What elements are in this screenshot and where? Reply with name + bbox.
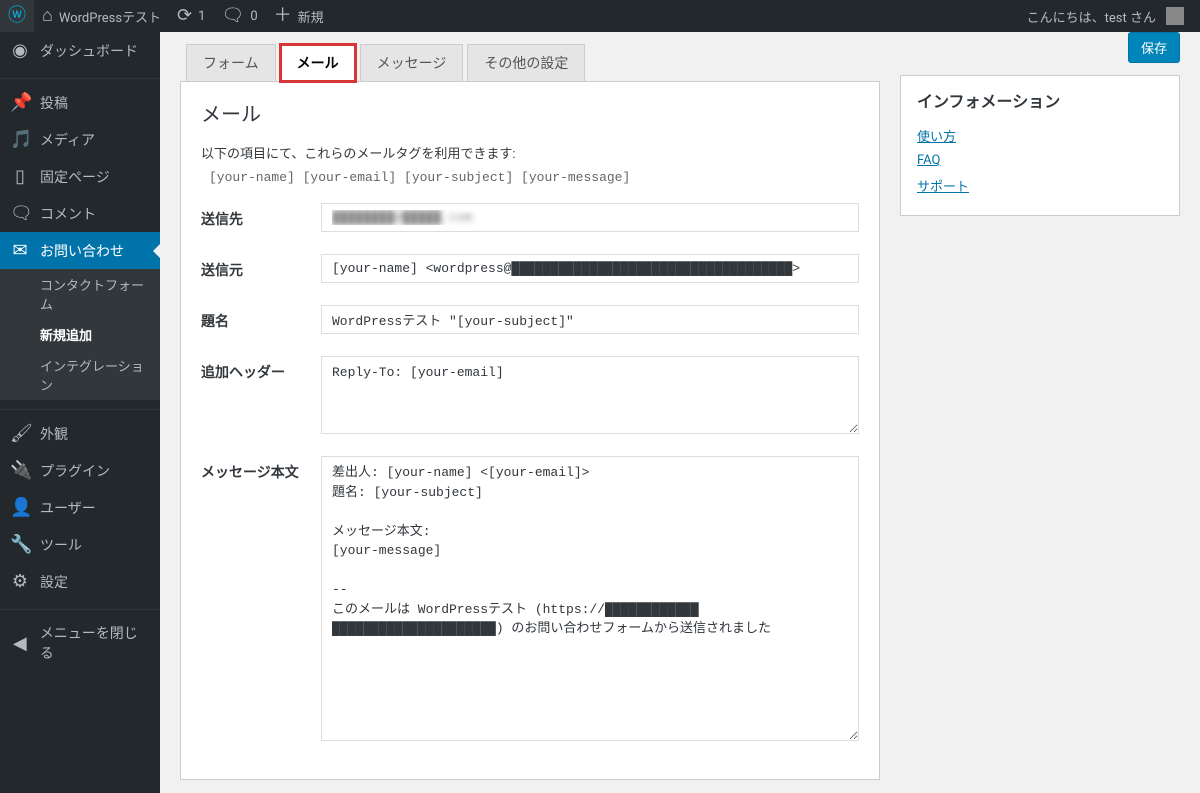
body-textarea[interactable] <box>321 456 859 741</box>
wordpress-icon: ⓦ <box>8 7 26 25</box>
collapse-icon: ◀ <box>10 633 30 654</box>
comment-icon: 🗨 <box>10 203 30 224</box>
refresh-icon: ⟳ <box>177 7 192 25</box>
brush-icon: 🖌 <box>10 423 30 444</box>
tab-messages[interactable]: メッセージ <box>360 44 464 82</box>
menu-settings[interactable]: ⚙設定 <box>0 563 160 600</box>
from-label: 送信元 <box>201 254 321 280</box>
settings-icon: ⚙ <box>10 571 30 592</box>
info-link-usage[interactable]: 使い方 <box>917 126 1163 145</box>
admin-bar: ⓦ ⌂WordPressテスト ⟳1 🗨0 ＋新規 こんにちは、test さん <box>0 0 1200 32</box>
separator <box>0 605 160 610</box>
menu-users[interactable]: 👤ユーザー <box>0 489 160 526</box>
comments-count[interactable]: 🗨0 <box>213 0 265 32</box>
mail-tags: [your-name] [your-email] [your-subject] … <box>201 170 859 185</box>
tab-mail[interactable]: メール <box>280 44 356 82</box>
updates[interactable]: ⟳1 <box>169 0 213 32</box>
menu-posts[interactable]: 📌投稿 <box>0 84 160 121</box>
separator <box>0 74 160 79</box>
dashboard-icon: ◉ <box>10 40 30 61</box>
mail-icon: ✉ <box>10 240 30 261</box>
info-link-faq[interactable]: FAQ <box>917 153 1163 168</box>
tab-other-settings[interactable]: その他の設定 <box>467 44 585 82</box>
greeting-text: こんにちは、test さん <box>1027 7 1156 26</box>
menu-plugins[interactable]: 🔌プラグイン <box>0 452 160 489</box>
avatar <box>1166 7 1184 25</box>
site-title-text: WordPressテスト <box>59 7 161 26</box>
comments-num: 0 <box>250 9 257 24</box>
new-label: 新規 <box>298 7 324 26</box>
body-label: メッセージ本文 <box>201 456 321 482</box>
plus-icon: ＋ <box>274 7 292 25</box>
separator <box>0 405 160 410</box>
from-input[interactable] <box>321 254 859 283</box>
sub-add-new[interactable]: 新規追加 <box>0 319 160 350</box>
headers-label: 追加ヘッダー <box>201 356 321 382</box>
user-greeting[interactable]: こんにちは、test さん <box>1019 0 1192 32</box>
tab-form[interactable]: フォーム <box>186 44 276 82</box>
sub-contact-forms[interactable]: コンタクトフォーム <box>0 269 160 319</box>
panel-title: メール <box>201 98 859 127</box>
content-area: フォーム メール メッセージ その他の設定 メール 以下の項目にて、これらのメー… <box>160 32 1200 793</box>
menu-media[interactable]: 🎵メディア <box>0 121 160 158</box>
menu-dashboard[interactable]: ◉ダッシュボード <box>0 32 160 69</box>
site-name[interactable]: ⌂ WordPressテスト <box>34 0 169 32</box>
subject-label: 題名 <box>201 305 321 331</box>
subject-input[interactable] <box>321 305 859 334</box>
headers-textarea[interactable] <box>321 356 859 434</box>
info-title: インフォメーション <box>917 88 1163 112</box>
tabs: フォーム メール メッセージ その他の設定 メール 以下の項目にて、これらのメー… <box>180 44 880 780</box>
wp-logo[interactable]: ⓦ <box>0 0 34 32</box>
menu-contact[interactable]: ✉お問い合わせ <box>0 232 160 269</box>
info-link-support[interactable]: サポート <box>917 176 1163 195</box>
updates-count: 1 <box>198 9 205 24</box>
menu-tools[interactable]: 🔧ツール <box>0 526 160 563</box>
menu-pages[interactable]: ▯固定ページ <box>0 158 160 195</box>
plugin-icon: 🔌 <box>10 460 30 481</box>
to-label: 送信先 <box>201 203 321 229</box>
collapse-menu[interactable]: ◀メニューを閉じる <box>0 615 160 671</box>
home-icon: ⌂ <box>42 7 53 25</box>
panel-subtext: 以下の項目にて、これらのメールタグを利用できます: <box>201 143 859 162</box>
pin-icon: 📌 <box>10 92 30 113</box>
save-button[interactable]: 保存 <box>1128 32 1180 63</box>
info-box: インフォメーション 使い方 FAQ サポート <box>900 75 1180 216</box>
to-input[interactable] <box>321 203 859 232</box>
mail-panel: メール 以下の項目にて、これらのメールタグを利用できます: [your-name… <box>180 81 880 780</box>
page-icon: ▯ <box>10 166 30 187</box>
new-content[interactable]: ＋ 新規 <box>266 0 332 32</box>
menu-appearance[interactable]: 🖌外観 <box>0 415 160 452</box>
comment-icon: 🗨 <box>221 7 244 25</box>
sub-integration[interactable]: インテグレーション <box>0 350 160 400</box>
media-icon: 🎵 <box>10 129 30 150</box>
users-icon: 👤 <box>10 497 30 518</box>
admin-sidebar: ◉ダッシュボード 📌投稿 🎵メディア ▯固定ページ 🗨コメント ✉お問い合わせ … <box>0 32 160 793</box>
menu-comments[interactable]: 🗨コメント <box>0 195 160 232</box>
tools-icon: 🔧 <box>10 534 30 555</box>
submenu-contact: コンタクトフォーム 新規追加 インテグレーション <box>0 269 160 400</box>
